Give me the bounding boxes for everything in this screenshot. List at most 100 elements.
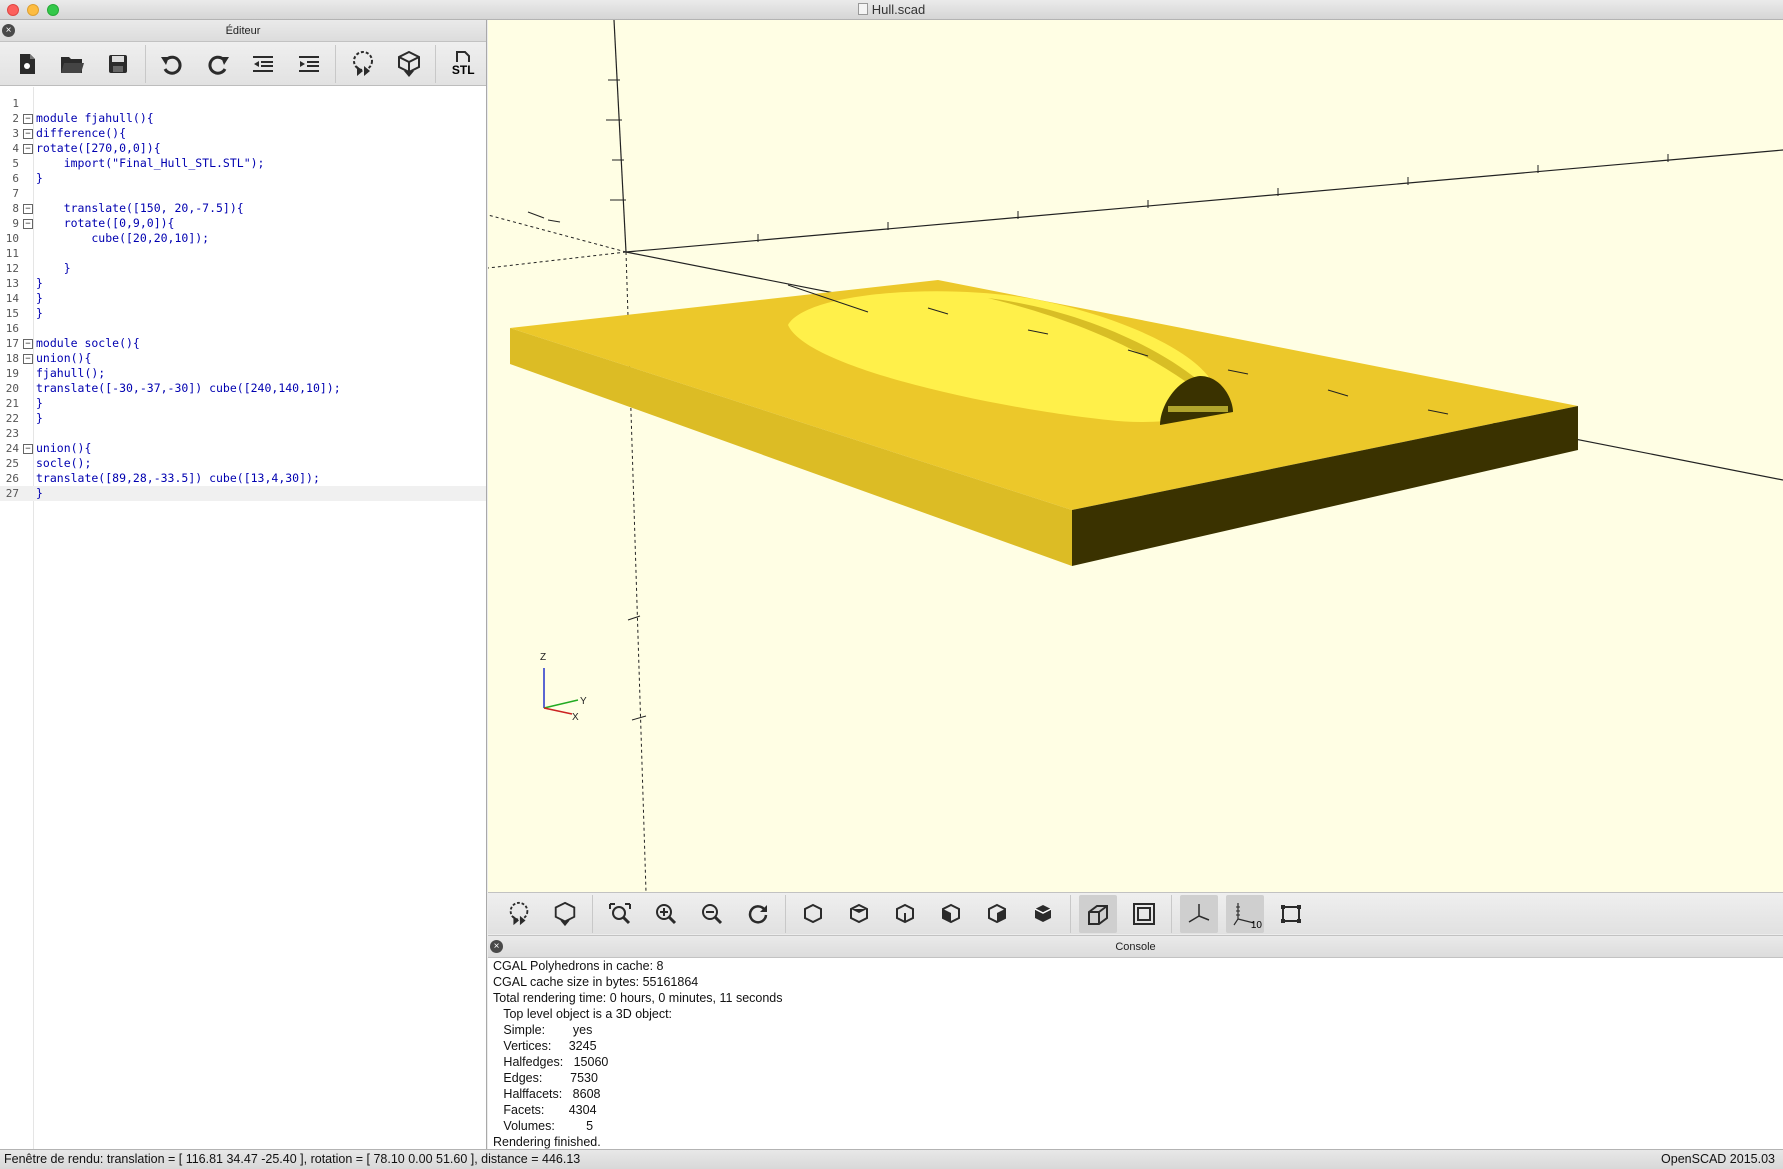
orthogonal-icon[interactable] bbox=[1125, 895, 1163, 933]
fold-toggle-icon[interactable]: − bbox=[23, 339, 33, 349]
code-line[interactable]: 2− module fjahull(){ bbox=[0, 111, 486, 126]
zoom-in-icon[interactable] bbox=[647, 895, 685, 933]
code-line[interactable]: 23 bbox=[0, 426, 486, 441]
line-number: 12 bbox=[5, 262, 19, 275]
save-icon[interactable] bbox=[99, 46, 137, 82]
line-number: 18 bbox=[5, 352, 19, 365]
code-line[interactable]: 5 import("Final_Hull_STL.STL"); bbox=[0, 156, 486, 171]
line-number: 6 bbox=[12, 172, 19, 185]
editor-close-icon[interactable]: × bbox=[2, 24, 15, 37]
toolbar-separator bbox=[144, 44, 146, 83]
fold-toggle-icon[interactable]: − bbox=[23, 144, 33, 154]
line-number: 21 bbox=[5, 397, 19, 410]
code-line[interactable]: 22} bbox=[0, 411, 486, 426]
fold-toggle-icon[interactable]: − bbox=[23, 129, 33, 139]
editor-header: × Éditeur bbox=[0, 20, 486, 42]
reset-view-icon[interactable] bbox=[739, 895, 777, 933]
code-line[interactable]: 7 bbox=[0, 186, 486, 201]
console-output[interactable]: CGAL Polyhedrons in cache: 8 CGAL cache s… bbox=[488, 958, 1783, 1149]
line-number: 16 bbox=[5, 322, 19, 335]
render-icon[interactable] bbox=[546, 895, 584, 933]
editor-toolbar: STL bbox=[0, 42, 486, 86]
console-title: Console bbox=[1115, 941, 1156, 953]
console-line: Total rendering time: 0 hours, 0 minutes… bbox=[493, 991, 783, 1005]
view-left-icon[interactable] bbox=[932, 895, 970, 933]
perspective-icon[interactable] bbox=[1079, 894, 1117, 933]
code-line[interactable]: 11 bbox=[0, 246, 486, 261]
line-number: 26 bbox=[5, 472, 19, 485]
code-line[interactable]: 8− translate([150, 20,-7.5]){ bbox=[0, 201, 486, 216]
code-line[interactable]: 6} bbox=[0, 171, 486, 186]
new-file-icon[interactable] bbox=[8, 46, 46, 82]
axis-gizmo: Z Y X bbox=[540, 652, 587, 723]
code-line[interactable]: 20 translate([-30,-37,-30]) cube([240,140… bbox=[0, 381, 486, 396]
console-line: Halffacets: 8608 bbox=[493, 1087, 601, 1101]
line-number: 4 bbox=[12, 142, 19, 155]
code-editor[interactable]: 1 2− module fjahull(){3− difference(){4− rot… bbox=[0, 87, 486, 1149]
show-edges-icon[interactable] bbox=[1272, 895, 1310, 933]
editor-panel: × Éditeur STL 1 2 − module fjahull(){3 … bbox=[0, 20, 487, 1149]
render-icon[interactable] bbox=[390, 46, 428, 82]
3d-scene: Z Y X bbox=[488, 20, 1783, 892]
line-number: 14 bbox=[5, 292, 19, 305]
axis-label-x: X bbox=[572, 712, 579, 723]
view-back-icon[interactable] bbox=[1024, 895, 1062, 933]
preview-icon[interactable] bbox=[344, 46, 382, 82]
code-line[interactable]: 14} bbox=[0, 291, 486, 306]
code-line[interactable]: 27} bbox=[0, 486, 486, 501]
code-line[interactable]: 13} bbox=[0, 276, 486, 291]
code-line[interactable]: 15} bbox=[0, 306, 486, 321]
code-line[interactable]: 19 fjahull(); bbox=[0, 366, 486, 381]
code-line[interactable]: 24− union(){ bbox=[0, 441, 486, 456]
editor-title: Éditeur bbox=[225, 25, 261, 37]
code-text: } bbox=[36, 486, 43, 500]
code-line[interactable]: 10 cube([20,20,10]); bbox=[0, 231, 486, 246]
code-line[interactable]: 4− rotate([270,0,0]){ bbox=[0, 141, 486, 156]
code-line[interactable]: 3− difference(){ bbox=[0, 126, 486, 141]
view-front-icon[interactable] bbox=[978, 895, 1016, 933]
indent-icon[interactable] bbox=[290, 46, 328, 82]
code-line[interactable]: 25 socle(); bbox=[0, 456, 486, 471]
view-bottom-icon[interactable] bbox=[886, 895, 924, 933]
console-close-icon[interactable]: × bbox=[490, 940, 503, 953]
axis-label-y: Y bbox=[580, 696, 587, 707]
preview-icon[interactable] bbox=[500, 895, 538, 933]
code-text: translate([150, 20,-7.5]){ bbox=[36, 201, 244, 215]
view-top-icon[interactable] bbox=[840, 895, 878, 933]
unindent-icon[interactable] bbox=[244, 46, 282, 82]
code-line[interactable]: 9− rotate([0,9,0]){ bbox=[0, 216, 486, 231]
line-number: 20 bbox=[5, 382, 19, 395]
code-line[interactable]: 12 } bbox=[0, 261, 486, 276]
toolbar-separator bbox=[1171, 894, 1172, 933]
line-number: 23 bbox=[5, 427, 19, 440]
fold-toggle-icon[interactable]: − bbox=[23, 354, 33, 364]
export-stl-icon[interactable]: STL bbox=[444, 46, 482, 82]
open-file-icon[interactable] bbox=[54, 46, 92, 82]
code-line[interactable]: 16 bbox=[0, 321, 486, 336]
view-all-icon[interactable] bbox=[601, 895, 639, 933]
show-axes-icon[interactable] bbox=[1180, 894, 1218, 933]
fold-toggle-icon[interactable]: − bbox=[23, 444, 33, 454]
code-line[interactable]: 21} bbox=[0, 396, 486, 411]
code-line[interactable]: 17− module socle(){ bbox=[0, 336, 486, 351]
code-text: union(){ bbox=[36, 351, 92, 365]
show-scale-markers-icon[interactable]: 10 bbox=[1226, 894, 1264, 933]
code-line[interactable]: 18− union(){ bbox=[0, 351, 486, 366]
fold-toggle-icon[interactable]: − bbox=[23, 204, 33, 214]
fold-toggle-icon[interactable]: − bbox=[23, 114, 33, 124]
code-line[interactable]: 26 translate([89,28,-33.5]) cube([13,4,30… bbox=[0, 471, 486, 486]
fold-toggle-icon[interactable]: − bbox=[23, 219, 33, 229]
scale-label: 10 bbox=[1250, 919, 1262, 931]
code-text: module socle(){ bbox=[36, 336, 140, 350]
code-text: union(){ bbox=[36, 441, 92, 455]
zoom-out-icon[interactable] bbox=[693, 895, 731, 933]
code-text: translate([89,28,-33.5]) cube([13,4,30])… bbox=[36, 471, 320, 485]
code-line[interactable]: 1 bbox=[0, 96, 486, 111]
redo-icon[interactable] bbox=[199, 46, 237, 82]
code-text: translate([-30,-37,-30]) cube([240,140,1… bbox=[36, 381, 341, 395]
undo-icon[interactable] bbox=[153, 46, 191, 82]
render-viewport[interactable]: Z Y X bbox=[488, 20, 1783, 892]
view-right-icon[interactable] bbox=[794, 895, 832, 933]
console-line: Facets: 4304 bbox=[493, 1103, 597, 1117]
status-viewport-info: Fenêtre de rendu: translation = [ 116.81… bbox=[4, 1152, 581, 1166]
